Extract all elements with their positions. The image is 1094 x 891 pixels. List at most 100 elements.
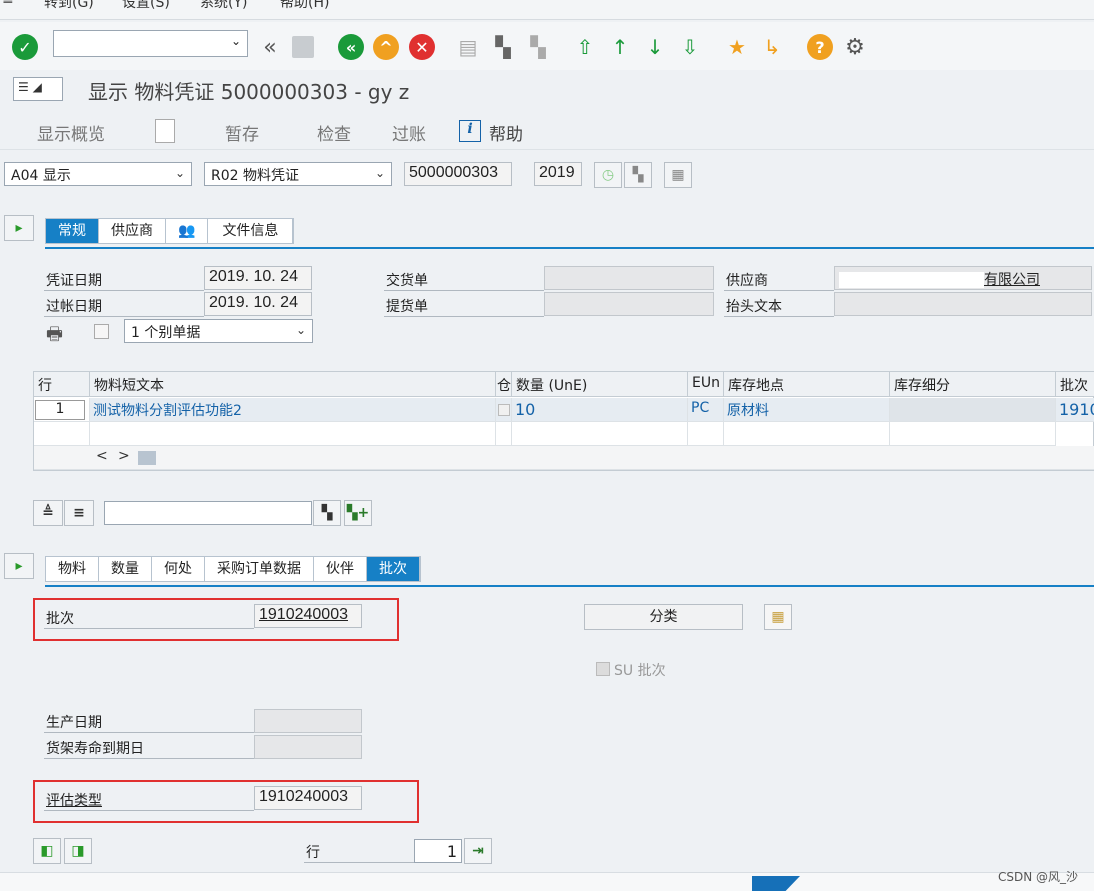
doc-year-field[interactable]: 2019 — [534, 162, 582, 186]
execute-icon[interactable]: ◷ — [594, 162, 622, 188]
print-checkbox[interactable] — [94, 324, 109, 339]
last-page-icon[interactable]: ⇩ — [675, 32, 705, 62]
sort-asc-icon[interactable]: ≜ — [33, 500, 63, 526]
new-session-icon[interactable]: ★ — [722, 32, 752, 62]
menu-icon[interactable]: ≡ — [2, 0, 14, 8]
table-row[interactable] — [688, 422, 724, 446]
table-row[interactable] — [496, 422, 512, 446]
hold-button[interactable]: 暂存 — [225, 120, 259, 145]
shelf-life-field[interactable] — [254, 735, 362, 759]
col-stock-segment[interactable]: 库存细分 — [890, 372, 1056, 397]
info-icon[interactable]: i — [459, 120, 481, 142]
table-row[interactable]: 1 — [34, 398, 90, 422]
tab-general[interactable]: 常规 — [46, 219, 99, 243]
col-batch[interactable]: 批次 — [1056, 372, 1094, 397]
stock-segment-cell[interactable] — [890, 398, 1056, 422]
doc-date-field[interactable]: 2019. 10. 24 — [204, 266, 312, 290]
tab-quantity[interactable]: 数量 — [99, 557, 152, 581]
find-icon[interactable]: ▚ — [488, 32, 518, 62]
post-button[interactable]: 过账 — [392, 120, 426, 145]
tab-batch[interactable]: 批次 — [367, 557, 420, 581]
exit-button[interactable]: ^ — [371, 32, 401, 62]
table-search-input[interactable] — [104, 501, 312, 525]
table-row[interactable] — [890, 422, 1056, 446]
quantity-cell[interactable]: 10 — [512, 398, 688, 422]
scroll-right-icon[interactable]: > — [118, 448, 130, 464]
next-item-icon[interactable]: ◨ — [64, 838, 92, 864]
classify-button[interactable]: 分类 — [584, 604, 743, 630]
line-number-cell[interactable]: 1 — [35, 400, 85, 420]
print-option-select[interactable]: 1 个别单据 ⌄ — [124, 319, 313, 343]
vendor-field[interactable]: 有限公司 — [834, 266, 1092, 290]
go-to-line-icon[interactable]: ⇥ — [464, 838, 492, 864]
unit-cell[interactable]: PC — [688, 398, 724, 422]
find-next-icon[interactable]: ▚+ — [344, 500, 372, 526]
table-row[interactable] — [90, 422, 496, 446]
production-date-field[interactable] — [254, 709, 362, 733]
help-text-button[interactable]: 帮助 — [489, 120, 523, 145]
col-warehouse[interactable]: 仓 — [496, 372, 512, 397]
scroll-thumb[interactable] — [138, 451, 156, 465]
col-short-text[interactable]: 物料短文本 — [90, 372, 496, 397]
save-icon[interactable] — [288, 32, 318, 62]
col-line[interactable]: 行 — [34, 372, 90, 397]
col-storage-location[interactable]: 库存地点 — [724, 372, 890, 397]
printer-icon[interactable]: 🖶 — [46, 322, 63, 352]
delivery-note-field[interactable] — [544, 266, 714, 290]
screen-menu-icon[interactable]: ☰ ◢ — [13, 77, 63, 101]
cancel-button[interactable]: ✕ — [407, 32, 437, 62]
back-button[interactable]: « — [336, 32, 366, 62]
table-row[interactable] — [724, 422, 890, 446]
storage-location-cell[interactable]: 原材料 — [724, 398, 890, 422]
print-icon[interactable]: ▤ — [453, 32, 483, 62]
collapse-icon[interactable]: « — [255, 32, 285, 62]
overview-button[interactable]: 显示概览 — [37, 120, 105, 145]
table-row[interactable] — [512, 422, 688, 446]
first-page-icon[interactable]: ⇧ — [570, 32, 600, 62]
expand-detail-icon[interactable]: ▸ — [4, 553, 34, 579]
table-row[interactable] — [34, 422, 90, 446]
next-page-icon[interactable]: ↓ — [640, 32, 670, 62]
sort-desc-icon[interactable]: ≡ — [64, 500, 94, 526]
batch-cell[interactable]: 1910 — [1056, 398, 1094, 422]
col-unit[interactable]: EUn — [688, 372, 724, 397]
tab-vendor[interactable]: 供应商 — [99, 219, 166, 243]
line-number-input[interactable]: 1 — [414, 839, 462, 863]
warehouse-cell[interactable] — [496, 398, 512, 422]
prev-item-icon[interactable]: ◧ — [33, 838, 61, 864]
find-next-icon[interactable]: ▚ — [523, 32, 553, 62]
doc-number-field[interactable]: 5000000303 — [404, 162, 512, 186]
check-button[interactable]: 检查 — [317, 120, 351, 145]
binoculars-icon[interactable]: ▚ — [313, 500, 341, 526]
su-batch-checkbox[interactable] — [596, 662, 610, 676]
menu-system[interactable]: 系统(Y) — [200, 0, 247, 12]
enter-button[interactable]: ✓ — [10, 32, 40, 62]
menu-goto[interactable]: 转到(G) — [44, 0, 94, 12]
header-text-field[interactable] — [834, 292, 1092, 316]
tab-where[interactable]: 何处 — [152, 557, 205, 581]
menu-settings[interactable]: 设置(S) — [122, 0, 170, 12]
prev-page-icon[interactable]: ↑ — [605, 32, 635, 62]
reference-select[interactable]: R02 物料凭证 ⌄ — [204, 162, 392, 186]
expand-header-icon[interactable]: ▸ — [4, 215, 34, 241]
tab-file-info[interactable]: 文件信息 — [208, 219, 294, 243]
grid-icon[interactable]: ▦ — [664, 162, 692, 188]
tab-po-data[interactable]: 采购订单数据 — [205, 557, 314, 581]
classification-icon[interactable]: ▦ — [764, 604, 792, 630]
post-date-field[interactable]: 2019. 10. 24 — [204, 292, 312, 316]
help-button[interactable]: ? — [805, 32, 835, 62]
scroll-left-icon[interactable]: < — [96, 448, 108, 464]
col-quantity[interactable]: 数量 (UnE) — [512, 372, 688, 397]
checkbox[interactable] — [498, 404, 510, 416]
tab-partner[interactable]: 伙伴 — [314, 557, 367, 581]
tab-material[interactable]: 物料 — [46, 557, 99, 581]
new-doc-icon[interactable] — [155, 119, 175, 143]
horizontal-scrollbar[interactable]: < > — [34, 446, 1094, 470]
menu-help[interactable]: 帮助(H) — [280, 0, 329, 12]
shortcut-icon[interactable]: ↳ — [757, 32, 787, 62]
bill-of-lading-field[interactable] — [544, 292, 714, 316]
command-field[interactable]: ⌄ — [53, 30, 248, 57]
action-select[interactable]: A04 显示 ⌄ — [4, 162, 192, 186]
tab-partners[interactable]: 👥 — [166, 219, 209, 243]
short-text-cell[interactable]: 测试物料分割评估功能2 — [90, 398, 496, 422]
